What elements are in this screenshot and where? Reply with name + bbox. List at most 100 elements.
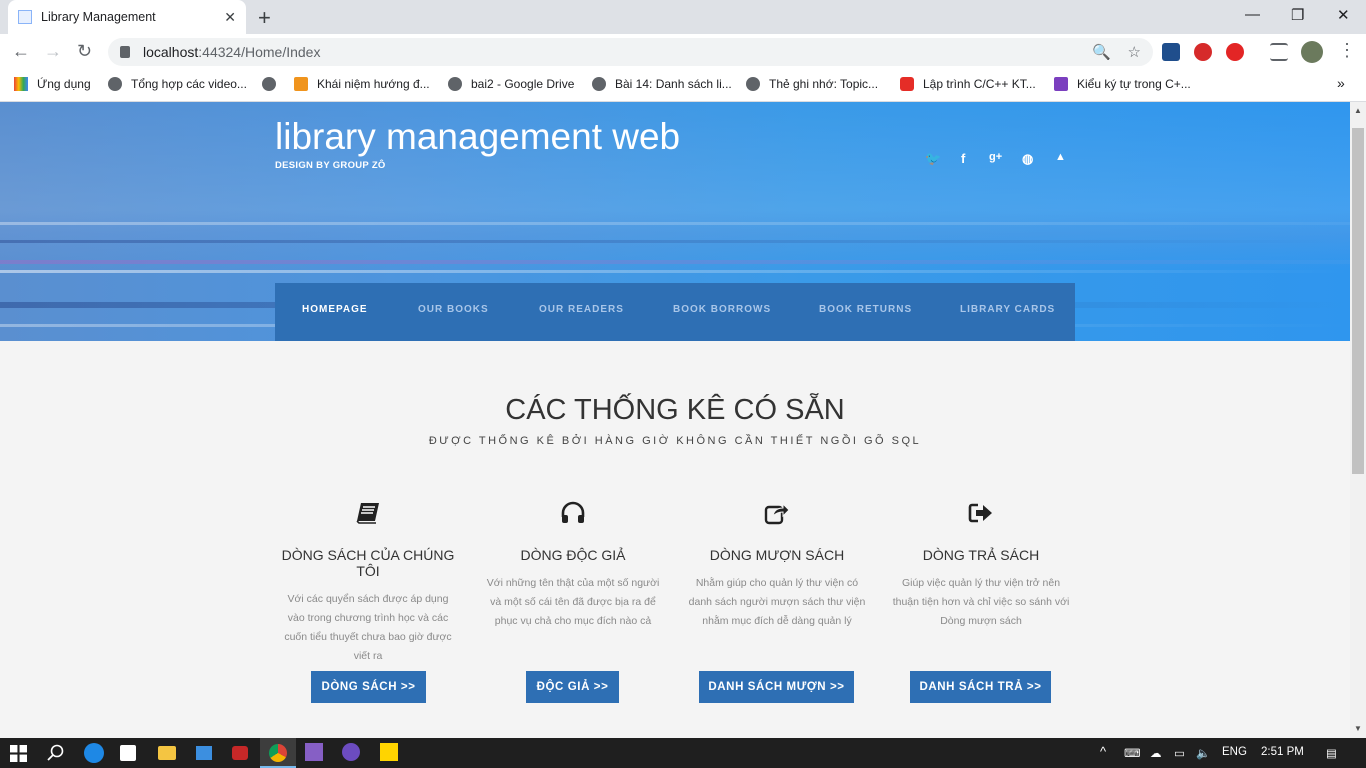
twitter-icon[interactable]: 🐦 xyxy=(925,151,941,167)
new-tab-button[interactable]: + xyxy=(258,5,271,31)
globe-icon xyxy=(262,77,276,91)
edge-icon[interactable] xyxy=(84,743,104,763)
nav-library-cards[interactable]: LIBRARY CARDS xyxy=(960,304,1055,315)
feature-description: Với các quyển sách được áp dụng vào tron… xyxy=(284,593,452,662)
url-path: :44324/Home/Index xyxy=(198,44,321,60)
bookmarks-overflow-button[interactable]: » xyxy=(1337,75,1345,91)
visual-studio-icon[interactable] xyxy=(305,743,323,761)
chrome-taskbar-button[interactable] xyxy=(260,738,296,768)
google-plus-icon[interactable]: g+ xyxy=(989,151,1002,163)
facebook-icon[interactable]: f xyxy=(961,151,965,166)
mail-icon[interactable] xyxy=(196,746,212,760)
bookmark-label: Kiểu ký tự trong C+... xyxy=(1077,77,1191,91)
url-host: localhost xyxy=(143,44,199,60)
tab-title: Library Management xyxy=(41,10,156,24)
windows-start-icon[interactable] xyxy=(10,745,27,762)
file-explorer-icon[interactable] xyxy=(158,746,176,760)
dribbble-icon[interactable]: ◍ xyxy=(1022,151,1033,167)
search-icon[interactable] xyxy=(46,743,66,763)
feature-description: Nhằm giúp cho quản lý thư viện có danh s… xyxy=(688,577,866,627)
nav-our-readers[interactable]: OUR READERS xyxy=(539,304,624,315)
book-icon xyxy=(356,503,379,524)
back-icon[interactable]: ← xyxy=(12,41,30,62)
section-heading: CÁC THỐNG KÊ CÓ SẴN xyxy=(505,394,845,426)
input-icon[interactable]: ⌨ xyxy=(1124,746,1141,760)
extension-j-icon[interactable] xyxy=(1162,43,1180,61)
header-banner: library management web DESIGN BY GROUP Z… xyxy=(0,102,1350,341)
bookmark-label: Bài 14: Danh sách li... xyxy=(615,77,732,91)
bookmark-label: Thẻ ghi nhớ: Topic... xyxy=(769,77,879,91)
statistics-section: CÁC THỐNG KÊ CÓ SẴN ĐƯỢC THỐNG KÊ BỞI HÀ… xyxy=(0,341,1350,738)
nav-our-books[interactable]: OUR BOOKS xyxy=(418,304,489,315)
feature-card-returns: DÒNG TRẢ SÁCH Giúp việc quản lý thư viện… xyxy=(886,501,1076,631)
extension-hand-icon[interactable] xyxy=(1226,43,1244,61)
reload-icon[interactable]: ↻ xyxy=(77,41,92,62)
readers-button[interactable]: ĐỘC GIẢ >> xyxy=(526,671,619,703)
avatar[interactable] xyxy=(1301,41,1323,63)
feature-title: DÒNG MƯỢN SÁCH xyxy=(709,547,845,563)
bookmark-apps[interactable]: Ứng dụng xyxy=(14,77,91,91)
main-navigation: HOMEPAGE OUR BOOKS OUR READERS BOOK BORR… xyxy=(275,283,1075,341)
site-brand-title[interactable]: library management web xyxy=(275,116,680,158)
sign-out-icon xyxy=(968,503,992,523)
bookmark-item[interactable] xyxy=(262,77,285,91)
bookmark-item[interactable]: Khái niệm hướng đ... xyxy=(294,77,430,91)
chevron-up-icon[interactable]: ^ xyxy=(1100,744,1106,759)
adblock-icon[interactable] xyxy=(1194,43,1212,61)
bookmark-label: Khái niệm hướng đ... xyxy=(317,77,430,91)
bookmark-item[interactable]: Tổng hợp các video... xyxy=(108,77,247,91)
browser-toolbar: ← → ↻ localhost:44324/Home/Index 🔍 ☆ ⋮ xyxy=(0,34,1366,70)
minimize-window-button[interactable]: — xyxy=(1245,6,1260,23)
bookmark-item[interactable]: Lập trình C/C++ KT... xyxy=(900,77,1036,91)
bookmark-item[interactable]: bai2 - Google Drive xyxy=(448,77,574,91)
page-scrollbar[interactable]: ▲ ▼ xyxy=(1350,102,1366,738)
windows-taskbar: ^ ⌨ ☁ ▭ 🔈 ENG 2:51 PM ▤ xyxy=(0,738,1366,768)
globe-icon xyxy=(746,77,760,91)
apps-icon xyxy=(14,77,28,91)
forward-icon[interactable]: → xyxy=(44,41,62,62)
feature-title: DÒNG SÁCH CỦA CHÚNG TÔI xyxy=(281,547,455,579)
close-window-button[interactable]: ✕ xyxy=(1337,6,1350,24)
bookmark-item[interactable]: Bài 14: Danh sách li... xyxy=(592,77,732,91)
app-icon[interactable] xyxy=(380,743,398,761)
borrows-list-button[interactable]: DANH SÁCH MƯỢN >> xyxy=(699,671,854,703)
bookmark-star-icon[interactable]: ☆ xyxy=(1128,44,1141,61)
clock[interactable]: 2:51 PM xyxy=(1261,746,1304,758)
scroll-down-icon[interactable]: ▼ xyxy=(1354,724,1362,733)
store-icon[interactable] xyxy=(120,745,136,761)
zoom-icon[interactable]: 🔍 xyxy=(1092,44,1111,61)
app-icon[interactable] xyxy=(342,743,360,761)
chrome-icon xyxy=(269,744,287,762)
cloud-icon[interactable]: ☁ xyxy=(1150,746,1162,760)
scroll-up-icon[interactable]: ▲ xyxy=(1354,106,1362,115)
feature-card-readers: DÒNG ĐỘC GIẢ Với những tên thật của một … xyxy=(478,501,668,631)
user-icon[interactable]: ▲ xyxy=(1055,151,1066,163)
browser-tab-strip: Library Management ✕ + — ❐ ✕ xyxy=(0,0,1366,34)
menu-icon[interactable]: ⋮ xyxy=(1338,40,1356,61)
bookmark-label: Tổng hợp các video... xyxy=(131,77,247,91)
returns-list-button[interactable]: DANH SÁCH TRẢ >> xyxy=(910,671,1051,703)
nav-homepage[interactable]: HOMEPAGE xyxy=(302,304,368,315)
notifications-icon[interactable]: ▤ xyxy=(1326,746,1337,760)
scrollbar-thumb[interactable] xyxy=(1352,128,1364,474)
bookmark-item[interactable]: Thẻ ghi nhớ: Topic... xyxy=(746,77,878,91)
bookmark-item[interactable]: Kiểu ký tự trong C+... xyxy=(1054,77,1191,91)
h-icon xyxy=(1054,77,1068,91)
language-indicator[interactable]: ENG xyxy=(1222,746,1247,758)
bookmark-label: bai2 - Google Drive xyxy=(471,77,575,91)
nav-book-returns[interactable]: BOOK RETURNS xyxy=(819,304,912,315)
network-icon[interactable]: ▭ xyxy=(1174,746,1185,760)
bookmark-label: Lập trình C/C++ KT... xyxy=(923,77,1036,91)
maximize-window-button[interactable]: ❐ xyxy=(1291,6,1304,24)
media-control-icon[interactable] xyxy=(1270,43,1288,61)
browser-tab[interactable]: Library Management ✕ xyxy=(8,0,246,34)
globe-icon xyxy=(592,77,606,91)
headphones-icon xyxy=(561,501,585,523)
nav-book-borrows[interactable]: BOOK BORROWS xyxy=(673,304,771,315)
address-bar[interactable]: localhost:44324/Home/Index 🔍 ☆ xyxy=(108,38,1153,66)
books-button[interactable]: DÒNG SÁCH >> xyxy=(311,671,426,703)
volume-icon[interactable]: 🔈 xyxy=(1196,746,1210,760)
app-icon[interactable] xyxy=(232,746,248,760)
feature-description: Giúp việc quản lý thư viện trở nên thuận… xyxy=(892,577,1070,627)
close-tab-icon[interactable]: ✕ xyxy=(224,9,236,26)
